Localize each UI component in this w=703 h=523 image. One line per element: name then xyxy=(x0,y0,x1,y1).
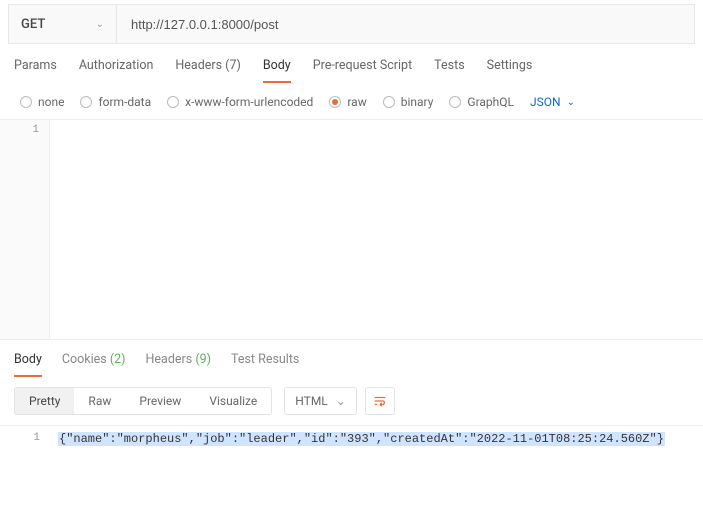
view-preview[interactable]: Preview xyxy=(125,388,195,414)
resp-tab-testresults[interactable]: Test Results xyxy=(231,352,299,377)
raw-format-value: JSON xyxy=(530,95,561,109)
tab-authorization[interactable]: Authorization xyxy=(79,58,154,83)
view-pretty[interactable]: Pretty xyxy=(15,388,74,414)
radio-none[interactable]: none xyxy=(20,95,64,109)
url-input[interactable] xyxy=(117,5,694,43)
chevron-down-icon: ⌄ xyxy=(567,97,575,108)
radio-binary[interactable]: binary xyxy=(383,95,434,109)
view-mode-row: Pretty Raw Preview Visualize HTML ⌄ xyxy=(0,377,703,425)
radio-icon xyxy=(80,96,92,108)
editor-content[interactable] xyxy=(50,120,703,339)
response-content[interactable]: {"name":"morpheus","job":"leader","id":"… xyxy=(50,426,703,452)
view-mode-buttons: Pretty Raw Preview Visualize xyxy=(14,387,272,415)
tab-params[interactable]: Params xyxy=(14,58,57,83)
response-tabs: Body Cookies (2) Headers (9) Test Result… xyxy=(0,340,703,377)
wrap-lines-button[interactable] xyxy=(365,387,395,415)
tab-settings[interactable]: Settings xyxy=(487,58,533,83)
resp-tab-headers[interactable]: Headers (9) xyxy=(146,352,211,377)
tab-tests[interactable]: Tests xyxy=(434,58,464,83)
radio-icon xyxy=(449,96,461,108)
response-body: 1 {"name":"morpheus","job":"leader","id"… xyxy=(0,425,703,452)
http-method-value: GET xyxy=(21,17,45,32)
view-raw[interactable]: Raw xyxy=(74,388,125,414)
response-lang-value: HTML xyxy=(295,394,328,408)
body-type-row: none form-data x-www-form-urlencoded raw… xyxy=(0,83,703,119)
line-number: 1 xyxy=(0,432,40,444)
response-lang-select[interactable]: HTML ⌄ xyxy=(284,387,357,415)
chevron-down-icon: ⌄ xyxy=(336,394,346,408)
radio-graphql[interactable]: GraphQL xyxy=(449,95,514,109)
tab-body[interactable]: Body xyxy=(263,58,291,83)
response-section: Body Cookies (2) Headers (9) Test Result… xyxy=(0,339,703,452)
editor-gutter: 1 xyxy=(0,120,50,339)
radio-icon xyxy=(20,96,32,108)
tab-prerequest[interactable]: Pre-request Script xyxy=(313,58,412,83)
response-text: {"name":"morpheus","job":"leader","id":"… xyxy=(58,432,665,446)
resp-tab-cookies[interactable]: Cookies (2) xyxy=(62,352,126,377)
request-bar: GET ⌄ xyxy=(8,4,695,44)
radio-icon xyxy=(329,96,341,108)
request-tabs: Params Authorization Headers (7) Body Pr… xyxy=(0,44,703,83)
chevron-down-icon: ⌄ xyxy=(96,19,104,30)
line-number: 1 xyxy=(0,124,39,136)
tab-headers[interactable]: Headers (7) xyxy=(175,58,240,83)
radio-icon xyxy=(383,96,395,108)
http-method-select[interactable]: GET ⌄ xyxy=(9,5,117,43)
request-body-editor[interactable]: 1 xyxy=(0,119,703,339)
response-gutter: 1 xyxy=(0,426,50,452)
radio-icon xyxy=(167,96,179,108)
raw-format-select[interactable]: JSON ⌄ xyxy=(530,95,575,109)
radio-xform[interactable]: x-www-form-urlencoded xyxy=(167,95,313,109)
radio-raw[interactable]: raw xyxy=(329,95,366,109)
view-visualize[interactable]: Visualize xyxy=(195,388,271,414)
radio-formdata[interactable]: form-data xyxy=(80,95,151,109)
wrap-icon xyxy=(373,394,387,408)
resp-tab-body[interactable]: Body xyxy=(14,352,42,377)
